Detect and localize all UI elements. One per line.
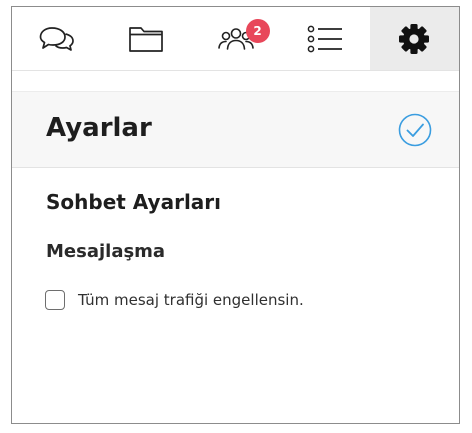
page-title: Ayarlar (46, 113, 152, 143)
settings-window: 2 Ayarlar Sohbet Ayarları Mesajlaşma Tüm… (11, 6, 460, 424)
check-circle-icon[interactable] (398, 113, 432, 147)
section-title: Sohbet Ayarları (46, 190, 222, 214)
gear-icon (399, 23, 430, 54)
tab-chats[interactable] (12, 7, 101, 70)
subsection-title: Mesajlaşma (46, 241, 166, 262)
tab-contacts[interactable]: 2 (191, 7, 280, 70)
chat-bubbles-icon (39, 26, 74, 51)
tab-settings[interactable] (369, 7, 459, 70)
tab-files[interactable] (101, 7, 190, 70)
tab-list[interactable] (280, 7, 369, 70)
tab-bar: 2 (12, 7, 459, 71)
settings-header: Ayarlar (12, 91, 459, 168)
list-icon (307, 25, 342, 52)
block-traffic-label: Tüm mesaj trafiği engellensin. (78, 291, 304, 309)
folder-icon (129, 26, 163, 52)
notification-badge: 2 (245, 19, 270, 43)
block-traffic-checkbox[interactable] (45, 290, 65, 310)
block-traffic-option[interactable]: Tüm mesaj trafiği engellensin. (45, 290, 304, 310)
